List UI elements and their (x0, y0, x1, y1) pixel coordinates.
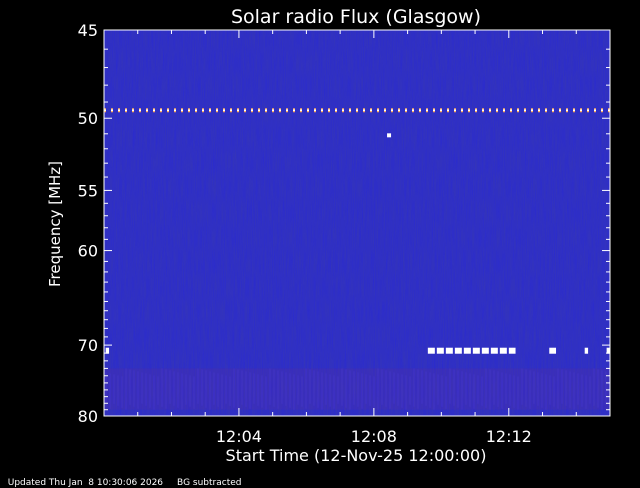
y-axis-label: Frequency [MHz] (46, 161, 64, 287)
emission-segment (508, 347, 516, 354)
emission-segment (472, 347, 480, 354)
emission-segment (584, 347, 589, 354)
x-tick-label: 12:12 (486, 427, 532, 446)
y-tick-label: 70 (78, 336, 98, 355)
emission-segment (454, 347, 462, 354)
emission-segment (445, 347, 453, 354)
y-tick-label: 45 (78, 21, 98, 40)
x-tick-label: 12:04 (216, 427, 262, 446)
emission-segment (463, 347, 471, 354)
emission-segment (490, 347, 498, 354)
y-tick-label: 60 (78, 242, 98, 261)
emission-segment (481, 347, 489, 354)
plot-noise-texture (104, 30, 610, 416)
y-tick-label: 50 (78, 109, 98, 128)
emission-segment (427, 347, 435, 354)
spectrogram-chart: Solar radio Flux (Glasgow) 455055607080 … (46, 6, 611, 465)
chart-title: Solar radio Flux (Glasgow) (231, 6, 481, 28)
y-tick-label: 80 (78, 407, 98, 426)
emission-segment (549, 347, 557, 354)
x-tick-label: 12:08 (351, 427, 397, 446)
x-axis-label: Start Time (12-Nov-25 12:00:00) (226, 446, 487, 465)
emission-segment (499, 347, 507, 354)
emission-segment (436, 347, 444, 354)
emission-spot (387, 133, 392, 138)
footer: Updated Thu Jan 8 10:30:06 2026 BG subtra… (2, 468, 255, 488)
y-tick-label: 55 (78, 181, 98, 200)
